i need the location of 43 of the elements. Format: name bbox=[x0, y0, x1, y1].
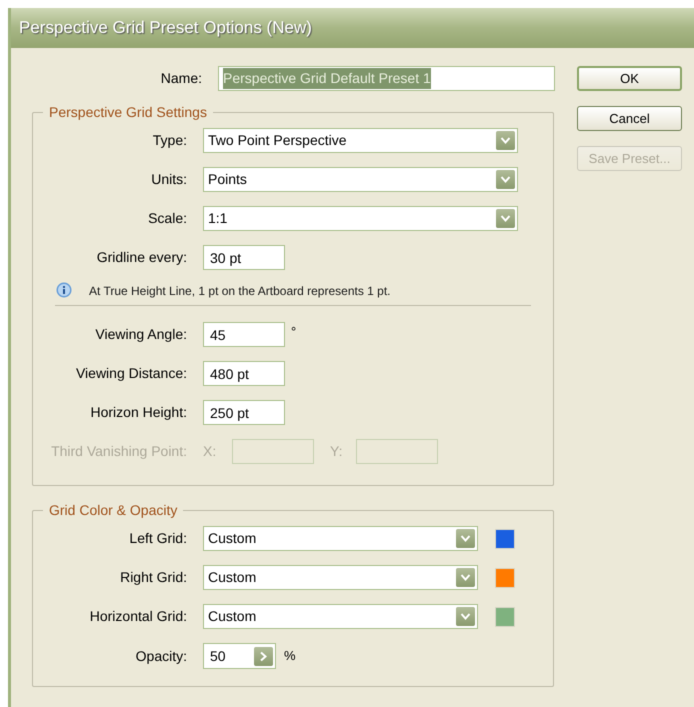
input-field[interactable]: 30 pt bbox=[203, 245, 285, 270]
dialog-button[interactable]: Cancel bbox=[577, 106, 682, 131]
input-field[interactable]: 480 pt bbox=[203, 361, 285, 386]
field-label: Left Grid: bbox=[128, 529, 188, 548]
field-label: Viewing Angle: bbox=[94, 325, 188, 344]
y-label: Y: bbox=[330, 442, 344, 461]
chevron-down-icon bbox=[496, 170, 515, 189]
dropdown[interactable]: Custom bbox=[203, 565, 478, 590]
x-label: X: bbox=[203, 442, 218, 461]
field-label: Scale: bbox=[147, 209, 188, 228]
field-label: Horizontal Grid: bbox=[88, 607, 188, 626]
field-label: Units: bbox=[150, 170, 188, 189]
color-swatch[interactable] bbox=[495, 528, 515, 548]
opacity-field[interactable]: 50 bbox=[203, 643, 276, 669]
field-label: Horizon Height: bbox=[90, 403, 188, 422]
dropdown[interactable]: Custom bbox=[203, 526, 478, 551]
field-label: Gridline every: bbox=[96, 248, 188, 267]
field-label: Viewing Distance: bbox=[74, 364, 188, 383]
dropdown[interactable]: Custom bbox=[203, 604, 478, 629]
unit-label: ° bbox=[291, 322, 296, 341]
chevron-down-icon bbox=[456, 607, 475, 626]
chevron-down-icon bbox=[496, 131, 515, 150]
field-label: Name: bbox=[160, 69, 203, 88]
input-field[interactable]: 45 bbox=[203, 322, 285, 347]
dropdown[interactable]: Two Point Perspective bbox=[203, 128, 518, 153]
color-swatch[interactable] bbox=[495, 606, 515, 626]
chevron-down-icon bbox=[496, 209, 515, 228]
field-label: Right Grid: bbox=[119, 568, 188, 587]
info-text: At True Height Line, 1 pt on the Artboard represents 1 pt. bbox=[89, 283, 391, 300]
input-field[interactable]: 250 pt bbox=[203, 400, 285, 425]
chevron-down-icon bbox=[456, 529, 475, 548]
field-label: Third Vanishing Point: bbox=[50, 442, 188, 461]
window-title: Perspective Grid Preset Options (New) bbox=[19, 17, 312, 40]
field-label: Type: bbox=[152, 131, 188, 150]
arrow-right-icon bbox=[254, 646, 273, 666]
dialog-button[interactable]: OK bbox=[577, 66, 682, 91]
info-icon bbox=[55, 282, 73, 300]
dropdown[interactable]: 1:1 bbox=[203, 206, 518, 231]
chevron-down-icon bbox=[456, 568, 475, 587]
unit-label: % bbox=[284, 647, 296, 666]
dropdown[interactable]: Points bbox=[203, 167, 518, 192]
color-swatch[interactable] bbox=[495, 568, 515, 588]
field-label: Opacity: bbox=[134, 646, 188, 666]
